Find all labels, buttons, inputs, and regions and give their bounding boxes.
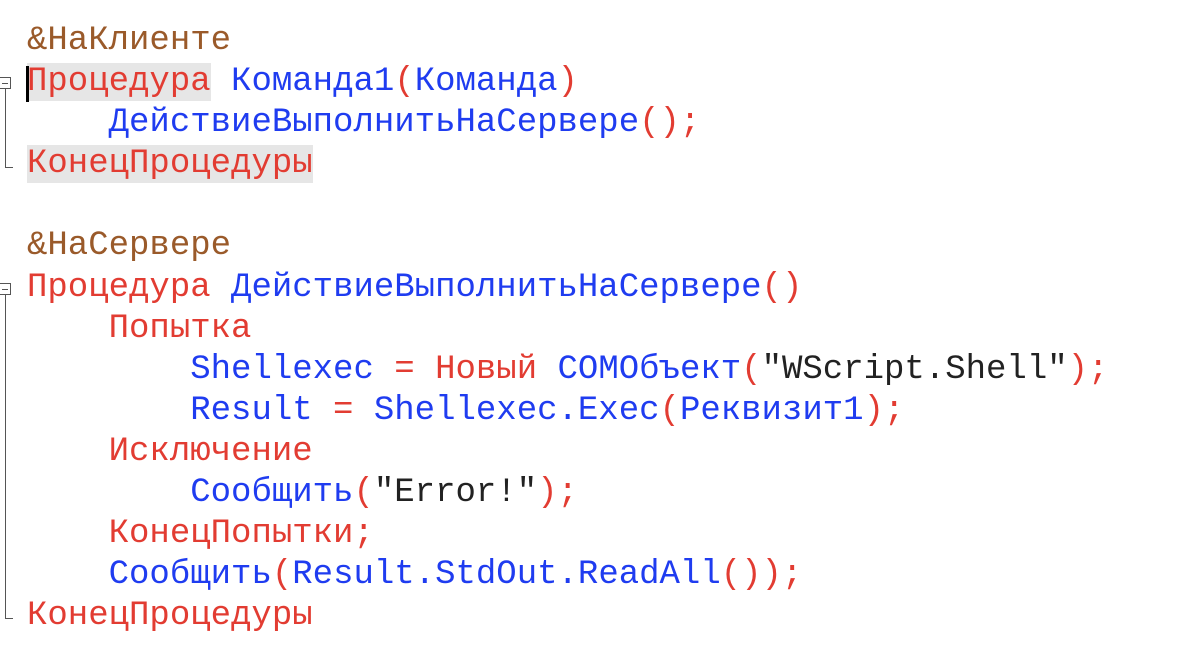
code-token: Новый [435,350,538,389]
code-line[interactable]: Сообщить(Result.StdOut.ReadAll()); [27,555,1108,596]
code-line[interactable]: Процедура ДействиеВыполнитьНаСервере() [27,268,1108,309]
code-token: = [373,350,436,389]
code-token: Команда1 [231,63,395,102]
code-token: ) [557,63,578,102]
code-line[interactable]: Попытка [27,309,1108,350]
code-token: ( [353,474,374,513]
code-line[interactable]: Процедура Команда1(Команда) [27,62,1108,103]
code-token: Result [190,391,313,430]
code-token: Сообщить [190,474,354,513]
fold-end-marker [5,618,13,619]
code-token: ( [741,350,762,389]
code-token: () [761,268,803,307]
fold-end-marker [5,167,13,168]
code-token: "Error!" [373,474,538,513]
code-token: = [312,391,374,430]
code-token: ( [271,556,293,595]
code-token: Сообщить [108,556,272,595]
code-token: (); [639,104,701,143]
code-token: ); [1067,350,1109,389]
fold-toggle-icon[interactable] [0,77,11,89]
code-line[interactable]: &НаКлиенте [27,21,1108,62]
code-token: Процедура [27,268,211,307]
code-token: КонецПопытки; [108,515,374,554]
fold-toggle-icon[interactable] [0,283,11,295]
code-token: "WScript.Shell" [761,350,1068,389]
code-token: Процедура [27,63,211,102]
code-line[interactable]: Исключение [27,432,1108,473]
code-token: &НаСервере [27,227,232,266]
code-token: &НаКлиенте [27,22,232,60]
code-line[interactable]: КонецПопытки; [27,514,1108,555]
code-token: КонецПроцедуры [27,597,313,636]
code-token: ( [659,391,680,430]
code-token: ДействиеВыполнитьНаСервере [108,104,640,143]
code-line[interactable] [27,185,1108,226]
code-token: ДействиеВыполнитьНаСервере [231,268,762,307]
code-line[interactable]: Сообщить("Error!"); [27,473,1108,514]
code-token: Shellexec [190,350,374,389]
code-line[interactable]: Result = Shellexec.Exec(Реквизит1); [27,391,1108,432]
code-token: ()); [720,556,803,595]
code-token: Shellexec.Exec [373,391,660,430]
code-token: ); [537,474,578,513]
fold-line [5,295,6,618]
code-editor[interactable]: &НаКлиенте Процедура Команда1(Команда) Де… [27,21,1108,637]
code-token: Исключение [108,432,313,471]
code-token: Попытка [108,309,252,348]
code-token: ); [863,391,905,430]
code-token: COMОбъект [557,350,742,389]
code-line[interactable]: КонецПроцедуры [27,596,1108,637]
code-token: Команда [414,63,558,102]
code-line[interactable]: &НаСервере [27,226,1108,267]
code-token: Result.StdOut.ReadAll [292,556,721,595]
code-token: ( [394,63,415,102]
code-line[interactable]: Shellexec = Новый COMОбъект("WScript.She… [27,350,1108,391]
code-token: Реквизит1 [679,391,864,430]
fold-line [5,89,6,167]
code-token: КонецПроцедуры [27,145,313,184]
code-line[interactable]: ДействиеВыполнитьНаСервере(); [27,103,1108,144]
code-line[interactable]: КонецПроцедуры [27,144,1108,185]
text-caret [26,66,29,102]
